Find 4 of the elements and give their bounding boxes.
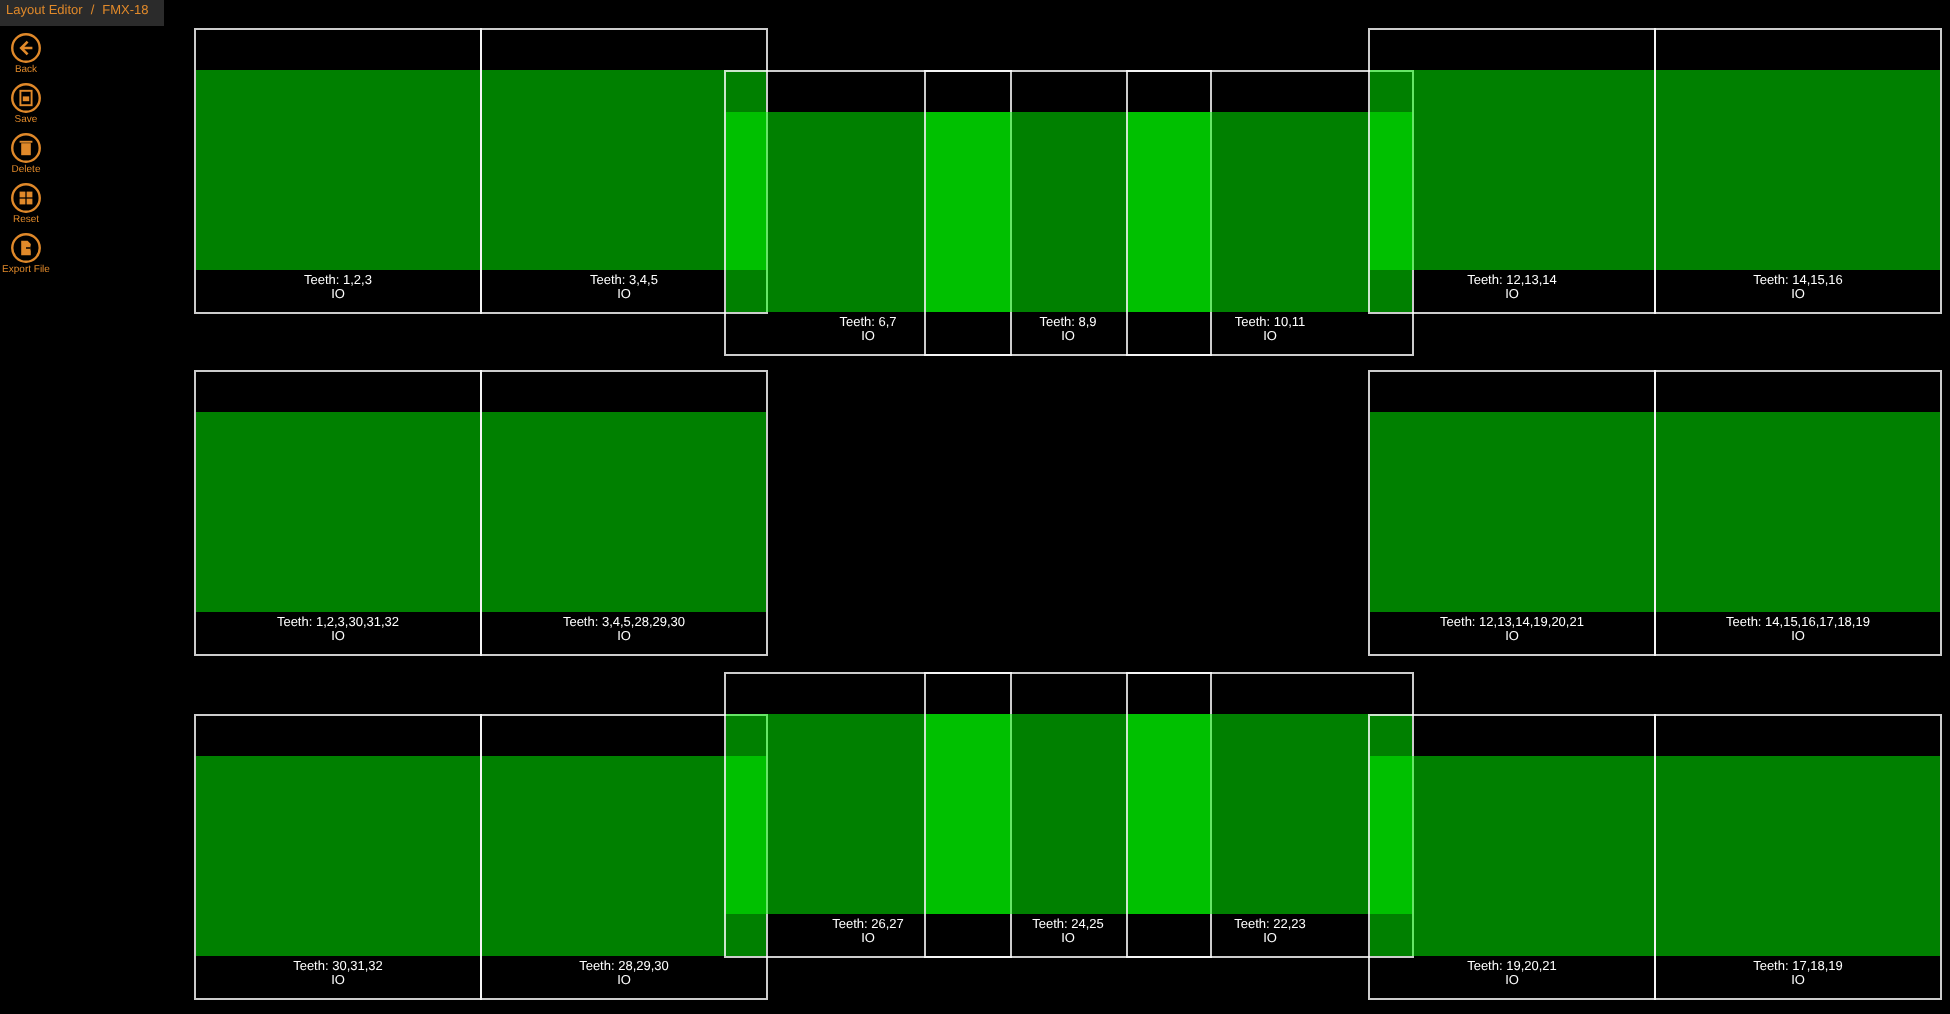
grid-icon <box>10 182 42 214</box>
trash-icon <box>10 132 42 164</box>
save-icon <box>10 82 42 114</box>
export-file-icon <box>10 232 42 264</box>
